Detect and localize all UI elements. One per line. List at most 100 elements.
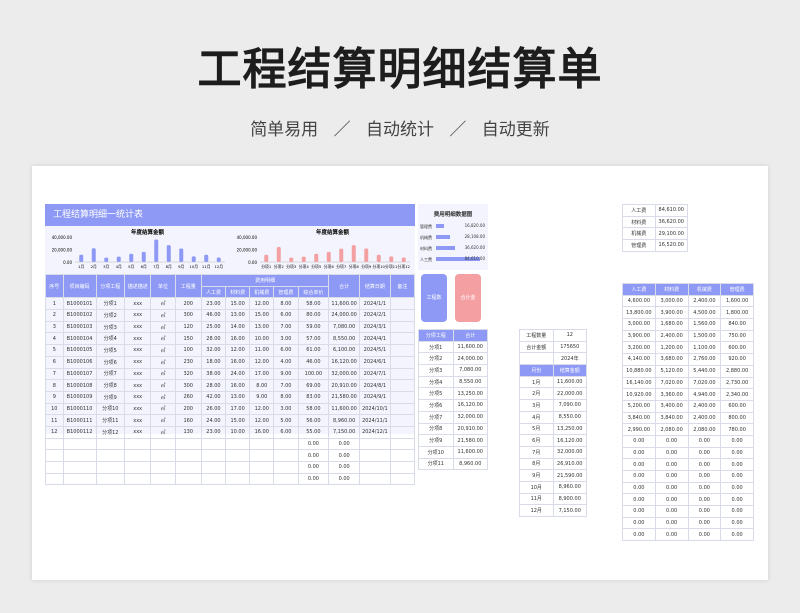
table-cell bbox=[389, 309, 416, 322]
fee-chart-panel: 费用明细数据图 管理费 16,820.00 机械费 28,108.00 材料费 36,62… bbox=[418, 204, 488, 270]
table-cell: 0.00 bbox=[297, 461, 330, 474]
table-cell: 3,840.00 bbox=[622, 411, 656, 425]
table-cell: 0.00 bbox=[720, 458, 754, 471]
table-cell: 24.00 bbox=[225, 367, 251, 381]
table-cell: 1,100.00 bbox=[687, 341, 722, 355]
hero-banner: 工程结算明细结算单 简单易用 ／ 自动统计 ／ 自动更新 bbox=[0, 0, 800, 160]
column-header: 月份 bbox=[519, 364, 554, 377]
table-row: 9 B1000109 分项9 xxx ㎡ 260 42.00 13.00 9.00 8.00 83.… bbox=[45, 390, 416, 404]
table-cell: xxx bbox=[124, 402, 152, 416]
bar bbox=[204, 254, 209, 262]
total-amount-label: 合计金 bbox=[460, 295, 476, 301]
table-cell bbox=[45, 461, 64, 474]
table-cell bbox=[45, 449, 64, 462]
table-cell: 12 bbox=[45, 425, 64, 439]
table-cell: 3,200.00 bbox=[622, 341, 656, 355]
table-cell: ㎡ bbox=[150, 344, 176, 357]
table-cell: 28.00 bbox=[200, 379, 227, 392]
table-cell: 7.00 bbox=[273, 320, 299, 334]
table-row: 3,200.00 1,200.00 1,100.00 600.00 bbox=[622, 341, 754, 355]
table-cell: B1000111 bbox=[62, 414, 97, 427]
table-cell: 1,600.00 bbox=[720, 294, 754, 308]
x-tick-label: 分项2 bbox=[274, 264, 285, 269]
table-cell bbox=[389, 472, 416, 486]
table-cell: 人工费 bbox=[622, 204, 656, 217]
table-cell: 21,590.00 bbox=[552, 469, 587, 482]
column-header: 合计 bbox=[452, 329, 488, 342]
table-cell: 2,340.00 bbox=[720, 388, 754, 401]
table-row: 16,140.00 7,020.00 7,020.00 2,730.00 bbox=[622, 376, 754, 390]
table-row: 机械费 29,100.00 bbox=[622, 227, 688, 241]
spreadsheet-preview: 工程结算明细一统计表 年度结算金额 40,000.00 20,000.00 0.00 1… bbox=[32, 166, 768, 580]
table-row: 2月 22,000.00 bbox=[519, 387, 587, 401]
column-header: 管理费 bbox=[273, 285, 299, 299]
table-cell: 17.00 bbox=[225, 402, 251, 416]
table-cell: 8,900.00 bbox=[552, 492, 587, 506]
table-cell: 4月 bbox=[519, 410, 554, 424]
fee-bar bbox=[436, 246, 455, 250]
table-row: 0.00 0.00 bbox=[45, 449, 416, 462]
table-row: 分项7 32,000.00 bbox=[418, 410, 488, 424]
x-tick-label: 2月 bbox=[91, 264, 97, 269]
table-cell: 84,610.00 bbox=[654, 204, 688, 217]
table-cell: 4,500.00 bbox=[687, 306, 722, 320]
table-row: 0.00 0.00 0.00 0.00 bbox=[622, 493, 754, 507]
table-cell: 800.00 bbox=[720, 411, 754, 425]
table-cell: 7,150.00 bbox=[552, 504, 587, 517]
table-cell: 2,880.00 bbox=[720, 364, 754, 378]
fee-bar-label: 机械费 bbox=[420, 235, 432, 240]
table-cell: 2,990.00 bbox=[622, 423, 656, 436]
table-cell: 分项7 bbox=[95, 367, 126, 381]
table-cell bbox=[389, 437, 416, 451]
table-cell: 0.00 bbox=[297, 449, 330, 462]
table-cell: 2024/7/1 bbox=[359, 367, 391, 381]
table-cell: xxx bbox=[124, 367, 152, 381]
table-cell bbox=[249, 449, 275, 462]
table-cell bbox=[389, 355, 416, 369]
table-cell: 16.00 bbox=[225, 379, 251, 392]
table-cell: 5 bbox=[45, 344, 64, 357]
table-cell: 合计金额 bbox=[519, 340, 554, 354]
table-cell bbox=[200, 449, 227, 462]
table-cell: 12.00 bbox=[249, 414, 275, 427]
table-cell bbox=[95, 472, 126, 486]
table-row: 0.00 0.00 bbox=[45, 461, 416, 474]
fee-bar-row: 人工费 84,610.00 bbox=[418, 255, 488, 266]
bar bbox=[154, 239, 159, 262]
table-cell: 分项5 bbox=[95, 344, 126, 357]
fee-bar bbox=[436, 224, 444, 228]
table-row: 分项10 11,600.00 bbox=[418, 445, 488, 459]
table-cell: 10月 bbox=[519, 480, 554, 494]
table-row: 0.00 0.00 0.00 0.00 bbox=[622, 516, 754, 530]
header-row: 月份 结算金额 bbox=[519, 364, 587, 377]
table-cell: 16.00 bbox=[225, 355, 251, 369]
table-cell bbox=[225, 437, 251, 451]
fee-bar-value: 28,108.00 bbox=[464, 234, 485, 239]
x-tick-label: 12月 bbox=[214, 264, 223, 269]
table-row: 5 B1000105 分项5 xxx ㎡ 100 32.00 12.00 11.00 6.00 61… bbox=[45, 344, 416, 357]
table-cell: 58.00 bbox=[297, 297, 330, 311]
table-cell: 21,580.00 bbox=[328, 390, 361, 404]
column-header: 机械费 bbox=[249, 285, 275, 299]
table-cell: 8.00 bbox=[273, 390, 299, 404]
table-cell bbox=[389, 390, 416, 404]
project-count-label: 工程数 bbox=[426, 295, 442, 301]
table-cell bbox=[225, 472, 251, 486]
table-cell: 18.00 bbox=[200, 355, 227, 369]
table-cell: 7,150.00 bbox=[328, 425, 361, 439]
x-tick-label: 11月 bbox=[202, 264, 211, 269]
table-cell: 2024/9/1 bbox=[359, 390, 391, 404]
table-cell: 24,000.00 bbox=[452, 352, 488, 366]
table-row: 3月 7,090.00 bbox=[519, 399, 587, 412]
bar bbox=[339, 248, 344, 262]
table-cell: 0.00 bbox=[687, 516, 722, 530]
table-cell: 8.00 bbox=[249, 379, 275, 392]
table-row: 材料费 36,620.00 bbox=[622, 215, 688, 229]
table-cell: 42.00 bbox=[200, 390, 227, 404]
table-cell bbox=[124, 449, 152, 462]
table-cell: 分项8 bbox=[95, 379, 126, 392]
table-cell: 分项8 bbox=[418, 422, 454, 436]
table-cell: 5,200.00 bbox=[622, 399, 656, 413]
table-cell: 5,440.00 bbox=[687, 364, 722, 378]
table-cell: B1000104 bbox=[62, 332, 97, 346]
